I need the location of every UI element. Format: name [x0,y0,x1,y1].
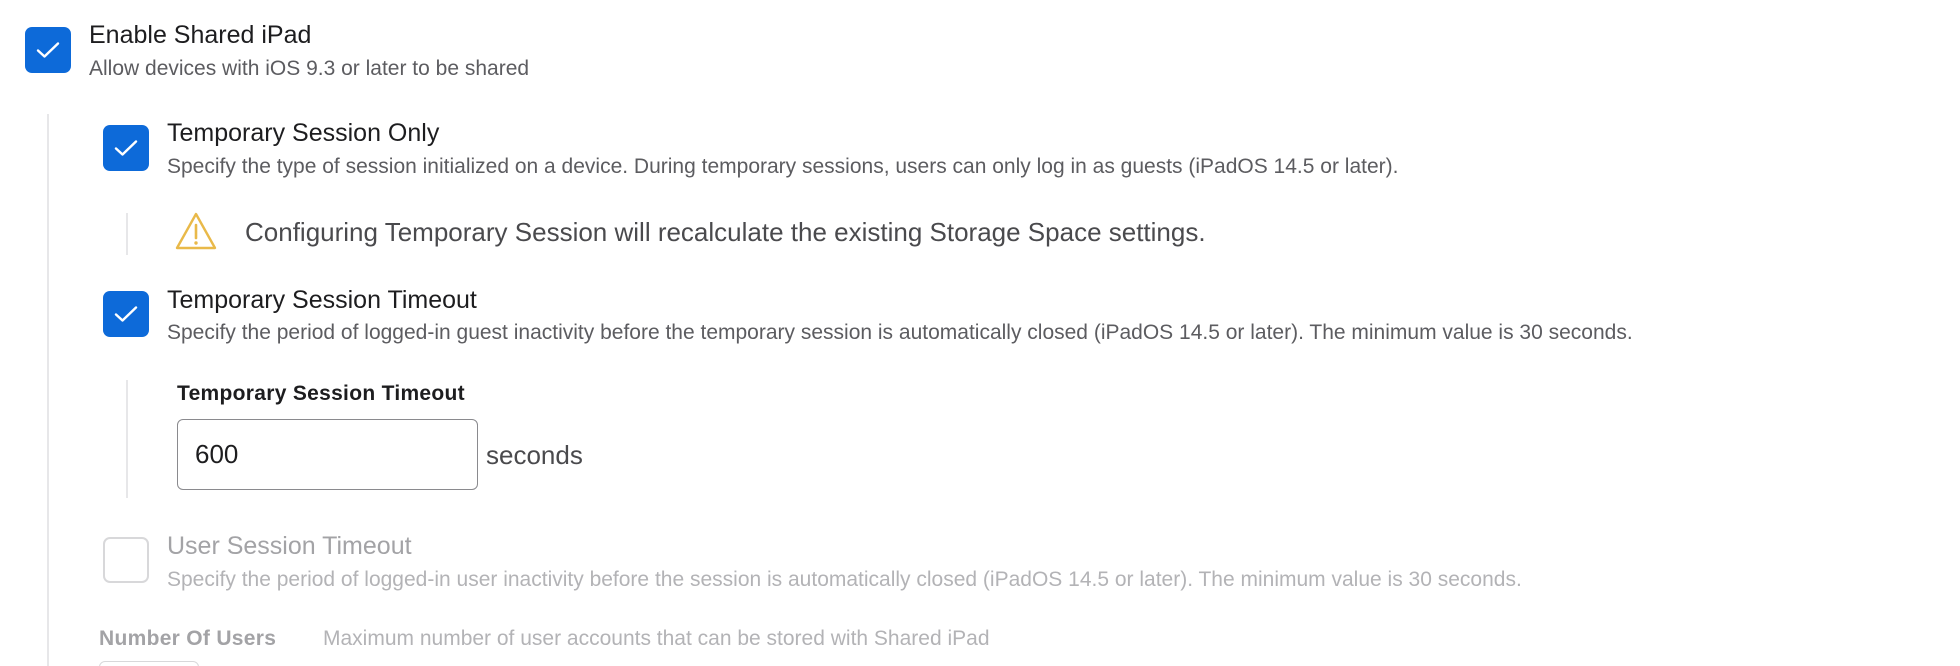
timeout-unit-label: seconds [486,440,583,470]
timeout-field-guide-line [126,380,128,498]
checkmark-icon [114,140,138,156]
temporary-session-only-description: Specify the type of session initialized … [167,155,1399,178]
user-session-timeout-checkbox[interactable] [103,537,149,583]
number-of-users-input[interactable] [99,661,199,666]
temporary-session-timeout-checkbox[interactable] [103,291,149,337]
number-of-users-label: Number Of Users [99,627,277,650]
temporary-session-timeout-field-label: Temporary Session Timeout [177,382,465,405]
number-of-users-description: Maximum number of user accounts that can… [323,627,990,650]
user-session-timeout-title: User Session Timeout [167,532,412,560]
temporary-session-only-checkbox[interactable] [103,125,149,171]
temporary-session-timeout-input[interactable] [177,419,478,490]
warning-guide-line [126,213,128,255]
temporary-session-timeout-description: Specify the period of logged-in guest in… [167,321,1633,344]
checkmark-icon [36,42,60,58]
temporary-session-only-title: Temporary Session Only [167,119,440,147]
storage-space-warning-text: Configuring Temporary Session will recal… [245,217,1206,247]
temporary-session-timeout-title: Temporary Session Timeout [167,286,477,314]
enable-shared-ipad-title: Enable Shared iPad [89,21,312,49]
enable-shared-ipad-checkbox[interactable] [25,27,71,73]
user-session-timeout-description: Specify the period of logged-in user ina… [167,568,1522,591]
warning-triangle-icon [175,212,217,250]
checkmark-icon [114,306,138,322]
nested-settings-guide-line [47,114,49,666]
shared-ipad-settings: Enable Shared iPad Allow devices with iO… [0,0,1960,666]
enable-shared-ipad-description: Allow devices with iOS 9.3 or later to b… [89,57,530,80]
